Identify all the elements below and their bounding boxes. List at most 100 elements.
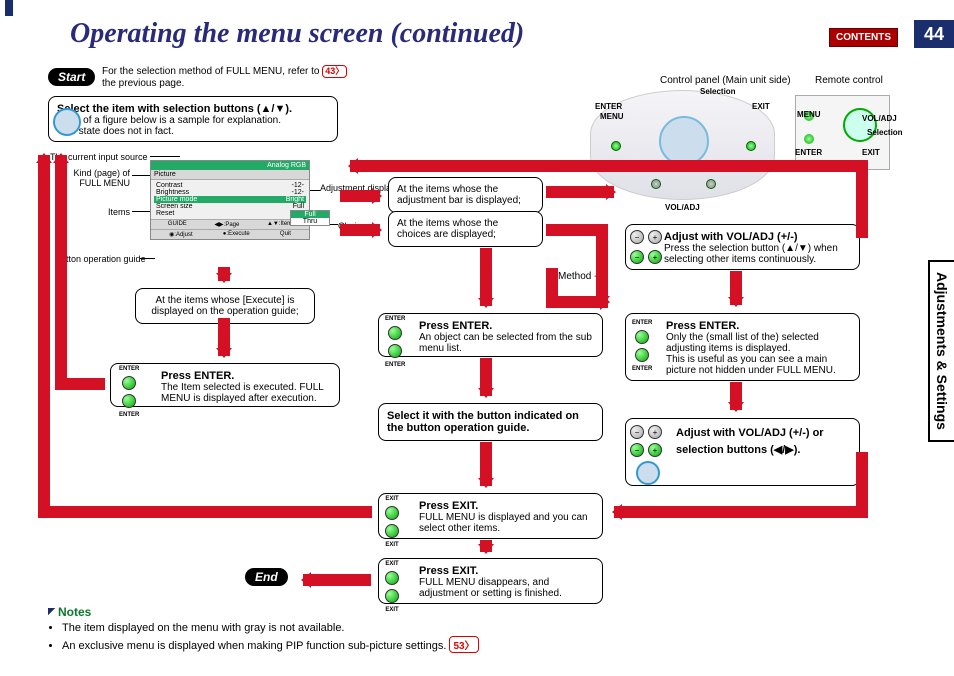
rc-label-selection: Selection [867,128,903,137]
press-enter-mid-title: Press ENTER. [419,320,594,332]
notes-list: The item displayed on the menu with gray… [48,622,479,655]
press-enter-right-title: Press ENTER. [666,320,851,332]
flow-arrow [340,224,380,236]
select-item-l2: This state does not in fact. [57,126,329,137]
exit-buttons-2: EXIT EXIT [385,561,399,613]
panel-label-voladj: VOL/ADJ [665,203,700,212]
page-ref-53[interactable]: 53〉 [449,636,478,653]
rc-label-exit: EXIT [862,148,880,157]
press-exit-2-desc: FULL MENU disappears, and adjustment or … [419,577,594,599]
adjust-bot-title: Adjust with VOL/ADJ (+/-) or selection b… [676,425,851,458]
press-enter-mid-box: Press ENTER. An object can be selected f… [378,313,603,357]
panel-label-menu: MENU [600,112,624,121]
enter-button-icon [122,394,136,408]
rc-button-icon [804,134,814,144]
enter-button-icon [388,344,402,358]
remote-control-title: Remote control [815,75,883,86]
minus-button-icon: − [630,425,644,439]
start-note-text1: For the selection method of FULL MENU, r… [102,66,322,77]
plus-minus-bot2: − + [630,443,662,457]
notes-heading: Notes [58,605,91,619]
flow-arrow [38,155,50,518]
start-pill: Start [48,68,95,86]
minus-button-icon: − [630,230,644,244]
flow-arrow [480,358,492,396]
panel-label-exit: EXIT [752,102,770,111]
label-button-guide: Button operation guide [55,254,146,264]
exit-button-icon [385,571,399,585]
callout-line [150,156,180,157]
flow-arrow [340,190,380,202]
exit-buttons-1: EXIT EXIT [385,496,399,548]
adjust-top-desc: Press the selection button (▲/▼) when se… [664,243,851,265]
flow-arrow [546,186,614,198]
enter-button-icon [388,326,402,340]
flow-arrow [218,318,230,356]
page-ref-43[interactable]: 43〉 [322,65,347,78]
start-note-text2: the previous page. [102,78,184,89]
at-items-choices-box: At the items whose thechoices are displa… [388,211,543,247]
panel-button-icon [746,141,756,151]
section-tab: Adjustments & Settings [928,260,954,442]
flow-arrow [218,267,230,281]
callout-line [132,211,152,212]
flow-arrow [730,382,742,410]
flow-arrow [546,296,608,308]
menu-footer2: ◉:Adjust●:ExecuteQuit [151,229,309,239]
plus-minus-top1: − + [630,230,662,244]
select-item-box: Select the item with selection buttons (… [48,96,338,142]
doc-edge-marker [5,0,13,16]
plus-button-icon: + [648,425,662,439]
flow-arrow [55,155,67,390]
dpad-icon [636,461,660,485]
rc-label-voladj: VOL/ADJ [862,114,897,123]
press-enter-right-desc1: Only the (small list of the) selected ad… [666,332,851,354]
menu-footer: GUIDE◀▶:Page▲▼:Item [151,219,309,229]
minus-button-icon: − [630,250,644,264]
label-items: Items [100,207,130,217]
press-exit-1-box: Press EXIT. FULL MENU is displayed and y… [378,493,603,539]
flow-arrow [480,442,492,486]
enter-buttons-mid: ENTER ENTER [385,316,405,368]
note-item: The item displayed on the menu with gray… [62,622,479,634]
contents-button[interactable]: CONTENTS [829,28,898,47]
notes-marker-icon [48,608,55,615]
menu-body: Contrast-12- Brightness-12- Picture mode… [151,180,309,219]
at-items-adjbar-box: At the items whose theadjustment bar is … [388,177,543,213]
enter-button-icon [635,348,649,362]
press-exit-2-title: Press EXIT. [419,565,594,577]
enter-button-icon [122,376,136,390]
press-exit-2-box: Press EXIT. FULL MENU disappears, and ad… [378,558,603,604]
choices-popup: Full Thru [290,210,330,226]
minus-button-icon: − [630,443,644,457]
panel-label-selection: Selection [700,87,736,96]
select-item-l1: State of a figure below is a sample for … [57,115,329,126]
exit-button-icon [385,589,399,603]
panel-button-icon [611,141,621,151]
flow-arrow [596,224,608,304]
panel-plus-icon [706,179,716,189]
center-instruction-box: Select it with the button indicated on t… [378,403,603,441]
enter-button-icon [635,330,649,344]
dpad-icon [53,108,81,136]
press-enter-right-desc2: This is useful as you can see a main pic… [666,354,851,376]
flow-arrow [480,248,492,306]
page-title: Operating the menu screen (continued) [70,18,524,50]
panel-minus-icon [651,179,661,189]
page-number: 44 [914,20,954,48]
flow-arrow [350,160,868,172]
menu-titlebar: Analog RGB [151,161,309,170]
note-item: An exclusive menu is displayed when maki… [62,636,479,653]
press-enter-left-title: Press ENTER. [161,370,331,382]
plus-minus-top2: − + [630,250,662,264]
rc-label-enter: ENTER [795,148,822,157]
flow-arrow [614,506,868,518]
press-exit-1-title: Press EXIT. [419,500,594,512]
plus-minus-bot1: − + [630,425,662,439]
end-pill: End [245,568,288,586]
label-kind-page: Kind (page) of FULL MENU [60,168,130,188]
flow-arrow [303,574,371,586]
panel-label-enter: ENTER [595,102,622,111]
adjust-top-title: Adjust with VOL/ADJ (+/-) [664,231,851,243]
press-exit-1-desc: FULL MENU is displayed and you can selec… [419,512,594,534]
